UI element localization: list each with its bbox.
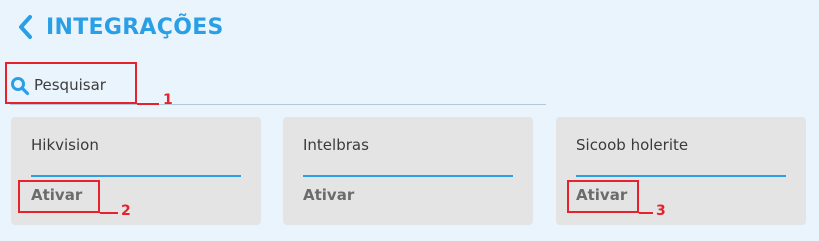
annotation-number-1: 1	[163, 92, 173, 108]
integration-name: Intelbras	[303, 136, 369, 154]
annotation-box-2	[18, 180, 100, 213]
card-divider	[303, 175, 513, 177]
page-title: INTEGRAÇÕES	[46, 14, 224, 40]
annotation-box-3	[567, 180, 639, 213]
card-divider	[31, 175, 241, 177]
card-divider	[576, 175, 786, 177]
page-header: INTEGRAÇÕES	[14, 12, 224, 42]
annotation-line-3	[639, 212, 653, 214]
integration-name: Hikvision	[31, 136, 99, 154]
annotation-number-2: 2	[121, 203, 131, 219]
integration-card-intelbras: Intelbras Ativar	[283, 117, 533, 225]
annotation-line-1	[137, 103, 159, 105]
annotation-box-1	[5, 62, 137, 104]
annotation-number-3: 3	[656, 203, 666, 219]
integration-name: Sicoob holerite	[576, 136, 689, 154]
activate-button[interactable]: Ativar	[303, 186, 354, 204]
annotation-line-2	[100, 212, 118, 214]
chevron-left-icon	[19, 15, 32, 39]
back-button[interactable]	[14, 13, 36, 41]
